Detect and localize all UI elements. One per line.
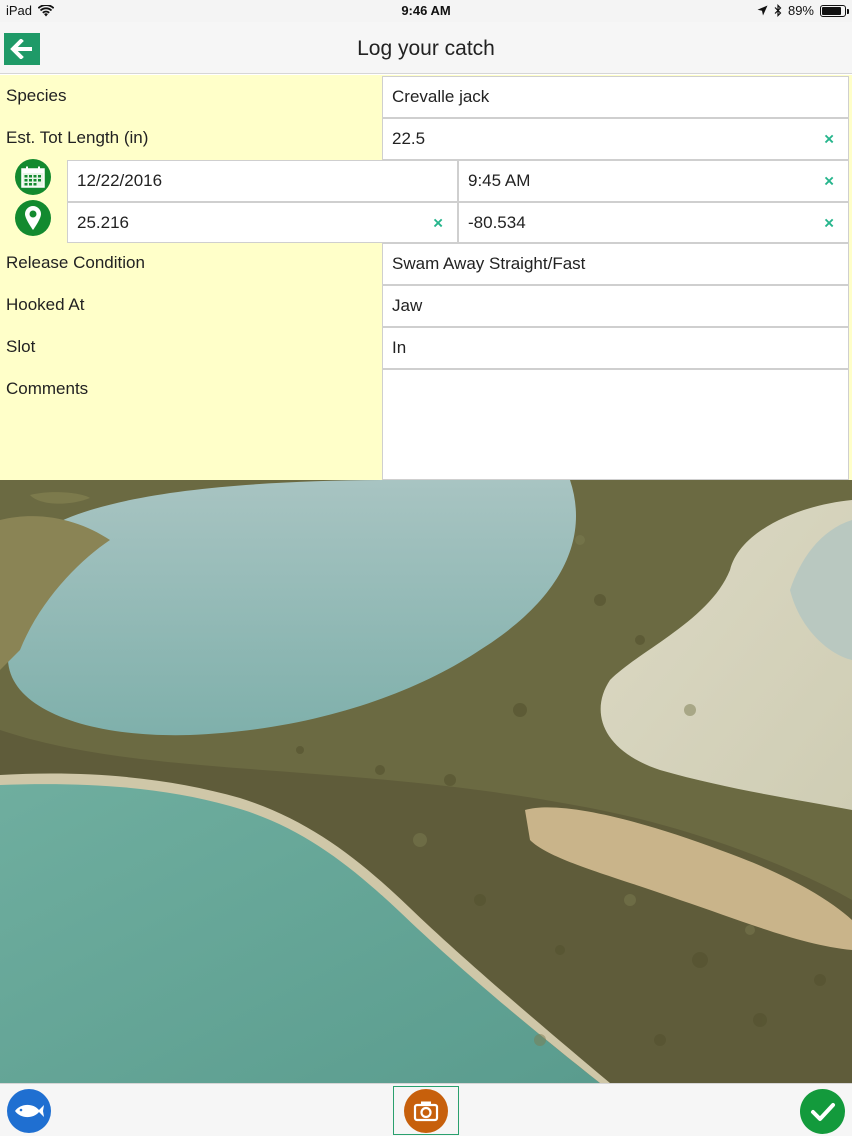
hooked-field[interactable]: Jaw [382, 285, 849, 327]
length-field[interactable]: 22.5 × [382, 118, 849, 160]
time-field[interactable]: 9:45 AM × [458, 160, 849, 202]
species-value: Crevalle jack [392, 87, 490, 106]
slot-field[interactable]: In [382, 327, 849, 369]
latitude-field[interactable]: 25.216 × [67, 202, 458, 243]
hooked-value: Jaw [392, 296, 423, 315]
bottom-toolbar [0, 1083, 852, 1136]
battery-level [822, 6, 841, 15]
release-value: Swam Away Straight/Fast [392, 254, 586, 273]
clear-time-icon[interactable]: × [824, 173, 834, 190]
aerial-photo-image [0, 480, 852, 1083]
time-value: 9:45 AM [468, 171, 531, 190]
location-button[interactable] [15, 200, 51, 236]
slot-value: In [392, 338, 407, 357]
longitude-value: -80.534 [468, 212, 526, 232]
page-title: Log your catch [357, 37, 495, 60]
app-root: iPad 9:46 AM 89% Log your catch Species … [0, 0, 852, 1136]
clear-length-icon[interactable]: × [824, 131, 834, 148]
camera-circle [404, 1088, 448, 1133]
longitude-field[interactable]: -80.534 × [458, 202, 849, 243]
release-label: Release Condition [6, 253, 145, 272]
comments-label: Comments [6, 379, 89, 398]
calendar-button[interactable] [15, 159, 51, 195]
length-label: Est. Tot Length (in) [6, 128, 149, 147]
species-label: Species [6, 86, 67, 105]
camera-button[interactable] [393, 1086, 459, 1135]
battery-icon [820, 4, 849, 17]
battery-percent: 89% [787, 3, 814, 18]
location-pin-icon [25, 206, 41, 230]
location-arrow-icon [757, 5, 768, 16]
date-field[interactable]: 12/22/2016 [67, 160, 458, 202]
status-time: 9:46 AM [401, 3, 451, 18]
status-right: 89% [757, 3, 849, 18]
confirm-button[interactable] [800, 1089, 845, 1134]
fish-icon [15, 1104, 44, 1118]
checkmark-icon [810, 1102, 835, 1121]
catch-form: Species Crevalle jack Est. Tot Length (i… [0, 75, 852, 480]
date-value: 12/22/2016 [77, 171, 163, 190]
fish-button[interactable] [7, 1089, 51, 1133]
clear-longitude-icon[interactable]: × [824, 214, 834, 231]
latitude-value: 25.216 [77, 212, 129, 232]
nav-bar: Log your catch [0, 22, 852, 74]
clear-latitude-icon[interactable]: × [433, 214, 443, 231]
species-field[interactable]: Crevalle jack [382, 76, 849, 118]
hooked-label: Hooked At [6, 295, 85, 314]
camera-icon [413, 1101, 439, 1121]
status-bar: iPad 9:46 AM 89% [0, 0, 852, 22]
release-field[interactable]: Swam Away Straight/Fast [382, 243, 849, 285]
comments-field[interactable] [382, 369, 849, 480]
calendar-icon [21, 166, 45, 188]
bluetooth-icon [774, 4, 782, 17]
slot-label: Slot [6, 337, 36, 356]
catch-photo [0, 480, 852, 1083]
length-value: 22.5 [392, 129, 426, 148]
